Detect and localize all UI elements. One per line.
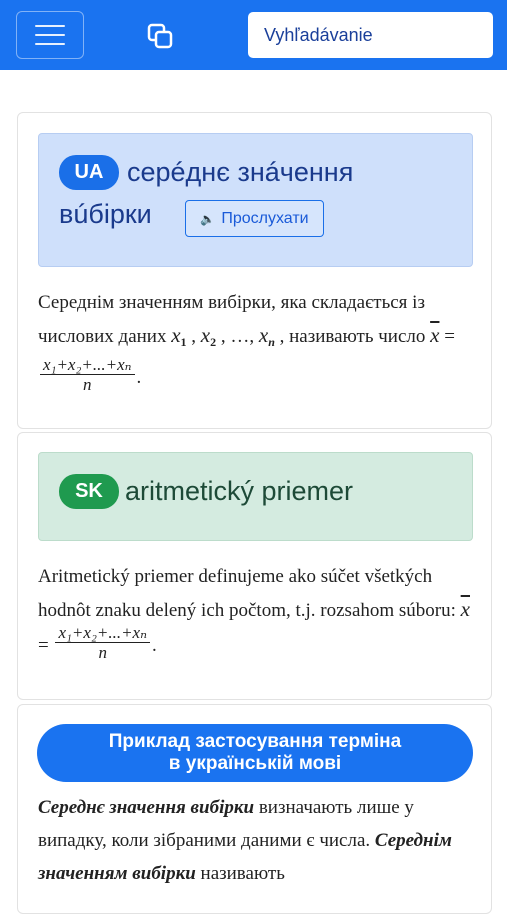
equals-sign: = <box>38 634 54 656</box>
speaker-icon: 🔈 <box>200 211 216 226</box>
math-sub: n <box>268 335 275 349</box>
top-navbar: Vyhľadávanie <box>0 0 507 70</box>
math-var: x <box>200 323 211 347</box>
ua-definition: Середнім значенням вибірки, яка складаєт… <box>38 286 478 398</box>
fraction-numerator: x₁+x₂+...+xₙ <box>40 355 135 375</box>
equals-sign: = <box>439 326 455 347</box>
copy-icon[interactable] <box>146 22 174 50</box>
hamburger-menu-button[interactable] <box>16 11 84 59</box>
period: . <box>151 634 157 656</box>
sk-term-card: SK aritmetický priemer Aritmetický priem… <box>17 432 492 700</box>
ua-term-box: UA серéднє знáчення вúбірки 🔈 Прослухати <box>38 133 473 267</box>
math-var: x <box>171 323 181 347</box>
mean-fraction: x₁+x₂+...+xₙ n <box>55 623 150 662</box>
example-button-label-cont: в українській мові <box>168 753 342 774</box>
ua-term-title-cont: вúбірки <box>59 199 152 229</box>
ua-language-badge: UA <box>59 155 119 190</box>
menu-line <box>35 25 65 27</box>
example-button-label: Приклад застосування терміна <box>108 731 402 752</box>
example-card: Приклад застосування терміна в українськ… <box>17 704 492 914</box>
sk-definition: Aritmetický priemer definujeme ako súčet… <box>38 560 478 666</box>
fraction-numerator: x₁+x₂+...+xₙ <box>55 623 150 643</box>
listen-label: Прослухати <box>221 209 309 227</box>
menu-line <box>35 34 65 36</box>
listen-button[interactable]: 🔈 Прослухати <box>185 200 324 237</box>
definition-text: , називають число <box>274 326 431 347</box>
sk-term-box: SK aritmetický priemer <box>38 452 473 541</box>
period: . <box>136 366 142 388</box>
ua-term-card: UA серéднє знáчення вúбірки 🔈 Прослухати… <box>17 112 492 429</box>
mean-symbol: x <box>460 597 470 621</box>
math-dots: , …, <box>216 326 259 347</box>
math-var: x <box>258 323 269 347</box>
math-sep: , <box>186 326 201 347</box>
ua-term-title: серéднє знáчення <box>127 157 354 187</box>
example-usage-button[interactable]: Приклад застосування терміна в українськ… <box>37 724 473 782</box>
search-input[interactable]: Vyhľadávanie <box>248 12 493 58</box>
example-sentence: називають <box>195 863 285 884</box>
fraction-denominator: n <box>98 643 107 662</box>
example-term-highlight: Середнє значення вибірки <box>38 797 255 818</box>
mean-fraction: x₁+x₂+...+xₙ n <box>40 355 135 394</box>
definition-text: Aritmetický priemer definujeme ako súčet… <box>38 566 461 621</box>
example-text: Середнє значення вибірки визначають лише… <box>38 791 478 890</box>
sk-term-title: aritmetický priemer <box>125 476 354 506</box>
fraction-denominator: n <box>83 375 92 394</box>
sk-language-badge: SK <box>59 474 119 509</box>
menu-line <box>35 43 65 45</box>
